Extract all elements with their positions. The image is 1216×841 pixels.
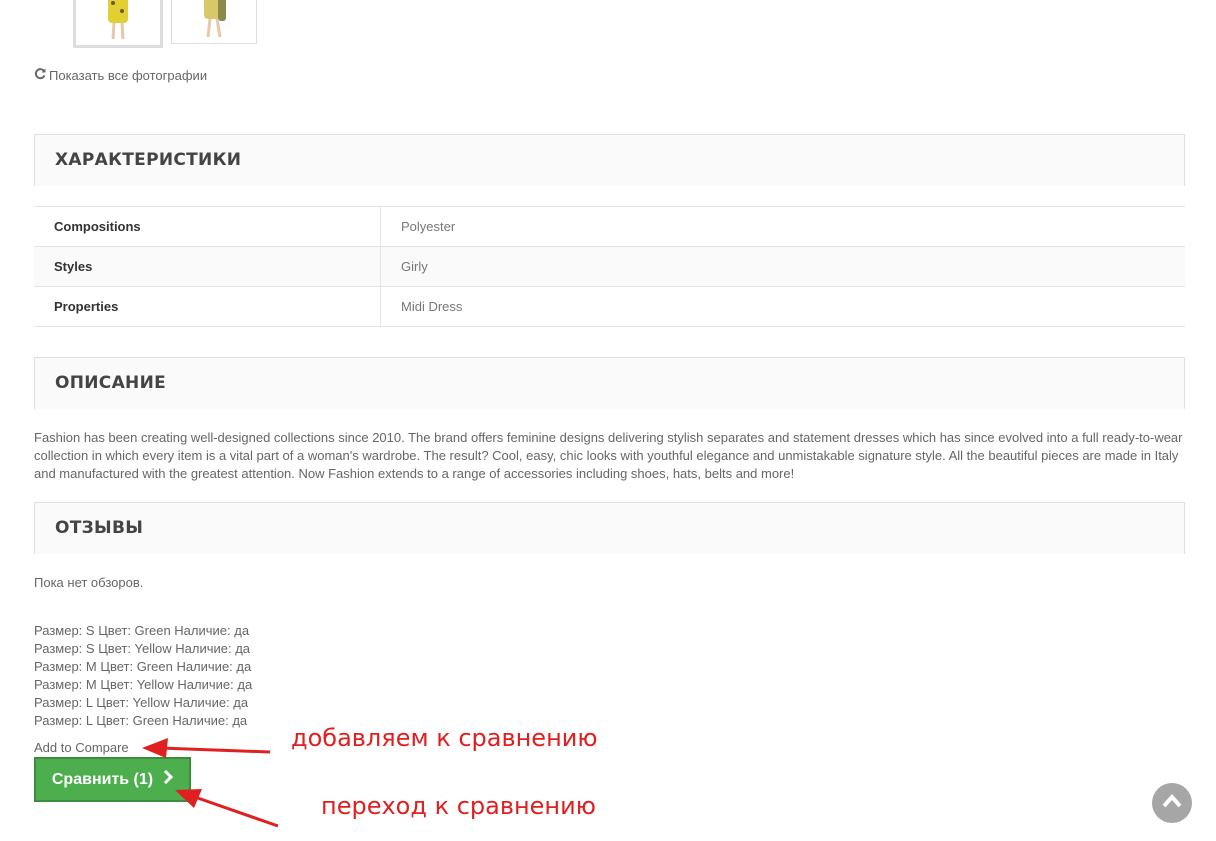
scroll-to-top-button[interactable] xyxy=(1152,783,1192,823)
annotation-go-to-compare: переход к сравнению xyxy=(321,792,596,820)
annotation-arrows xyxy=(142,738,279,828)
annotation-add-to-compare: добавляем к сравнению xyxy=(291,724,598,752)
chevron-up-icon xyxy=(1162,793,1182,813)
